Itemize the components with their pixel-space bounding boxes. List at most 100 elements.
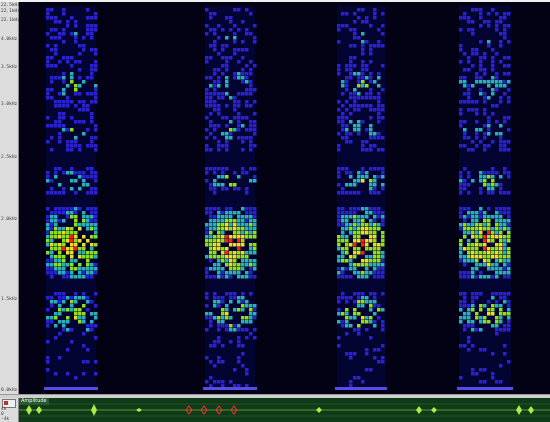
spectral-cell	[487, 116, 491, 120]
spectral-cell	[495, 259, 499, 263]
spectral-cell	[82, 36, 86, 40]
spectral-cell	[225, 136, 229, 140]
spectral-cell	[237, 28, 241, 32]
spectral-cell	[483, 263, 487, 267]
spectral-cell	[221, 215, 225, 219]
spectral-cell	[369, 219, 373, 223]
spectral-cell	[245, 207, 249, 211]
spectral-cell	[353, 88, 357, 92]
spectral-cell	[90, 271, 94, 275]
spectral-cell	[90, 223, 94, 227]
spectral-cell	[213, 296, 217, 300]
spectral-cell	[86, 215, 90, 219]
spectral-cell	[499, 259, 503, 263]
spectral-cell	[82, 223, 86, 227]
spectral-cell	[369, 124, 373, 128]
spectral-cell	[487, 144, 491, 148]
spectral-cell	[46, 324, 50, 328]
call-column	[203, 6, 257, 390]
spectral-cell	[74, 235, 78, 239]
spectral-cell	[94, 148, 98, 152]
spectral-cell	[353, 56, 357, 60]
spectral-cell	[90, 24, 94, 28]
spectral-cell	[361, 48, 365, 52]
spectral-cell	[361, 275, 365, 279]
spectral-cell	[50, 16, 54, 20]
spectral-cell	[245, 28, 249, 32]
spectral-cell	[369, 108, 373, 112]
spectral-cell	[467, 304, 471, 308]
spectral-cell	[241, 304, 245, 308]
spectral-cell	[365, 320, 369, 324]
spectral-cell	[349, 324, 353, 328]
spectral-cell	[491, 312, 495, 316]
spectral-cell	[491, 308, 495, 312]
spectral-cell	[217, 304, 221, 308]
spectral-cell	[345, 275, 349, 279]
spectral-cell	[94, 223, 98, 227]
spectral-cell	[483, 223, 487, 227]
spectral-cell	[507, 24, 511, 28]
spectrogram-view[interactable]	[19, 2, 550, 394]
spectral-cell	[463, 312, 467, 316]
spectral-cell	[507, 292, 511, 296]
spectral-cell	[459, 304, 463, 308]
spectral-cell	[377, 148, 381, 152]
spectral-cell	[479, 380, 483, 384]
spectral-cell	[237, 308, 241, 312]
amplitude-waveform[interactable]	[19, 398, 550, 422]
spectral-cell	[213, 316, 217, 320]
spectral-cell	[205, 227, 209, 231]
spectral-cell	[225, 292, 229, 296]
spectral-cell	[66, 128, 70, 132]
spectral-cell	[487, 40, 491, 44]
spectral-cell	[503, 247, 507, 251]
spectral-cell	[50, 187, 54, 191]
spectral-cell	[503, 84, 507, 88]
spectral-cell	[66, 247, 70, 251]
freq-label: 22.1kHz	[1, 9, 20, 14]
spectral-cell	[353, 263, 357, 267]
spectral-cell	[229, 380, 233, 384]
spectral-cell	[357, 275, 361, 279]
spectral-cell	[475, 132, 479, 136]
spectral-cell	[46, 251, 50, 255]
spectral-cell	[46, 219, 50, 223]
spectral-cell	[58, 167, 62, 171]
spectral-cell	[377, 40, 381, 44]
spectral-cell	[74, 84, 78, 88]
spectral-cell	[495, 247, 499, 251]
spectral-cell	[86, 324, 90, 328]
spectral-cell	[353, 231, 357, 235]
spectral-cell	[94, 171, 98, 175]
spectral-cell	[74, 259, 78, 263]
spectral-cell	[483, 20, 487, 24]
spectral-cell	[475, 48, 479, 52]
spectral-cell	[249, 128, 253, 132]
spectral-cell	[487, 227, 491, 231]
spectral-cell	[459, 271, 463, 275]
spectral-cell	[381, 64, 385, 68]
spectral-cell	[66, 96, 70, 100]
spectral-cell	[70, 259, 74, 263]
spectral-cell	[58, 120, 62, 124]
spectral-cell	[377, 263, 381, 267]
spectral-cell	[249, 235, 253, 239]
spectral-cell	[475, 223, 479, 227]
spectral-cell	[495, 243, 499, 247]
spectral-cell	[361, 175, 365, 179]
spectral-cell	[205, 316, 209, 320]
spectral-cell	[90, 207, 94, 211]
spectral-cell	[229, 223, 233, 227]
spectral-cell	[341, 320, 345, 324]
spectral-cell	[369, 255, 373, 259]
spectral-cell	[217, 275, 221, 279]
spectral-cell	[78, 312, 82, 316]
spectral-cell	[205, 76, 209, 80]
spectral-cell	[94, 211, 98, 215]
spectral-cell	[241, 243, 245, 247]
spectral-cell	[463, 92, 467, 96]
spectral-cell	[487, 312, 491, 316]
spectral-cell	[507, 320, 511, 324]
spectral-cell	[54, 215, 58, 219]
